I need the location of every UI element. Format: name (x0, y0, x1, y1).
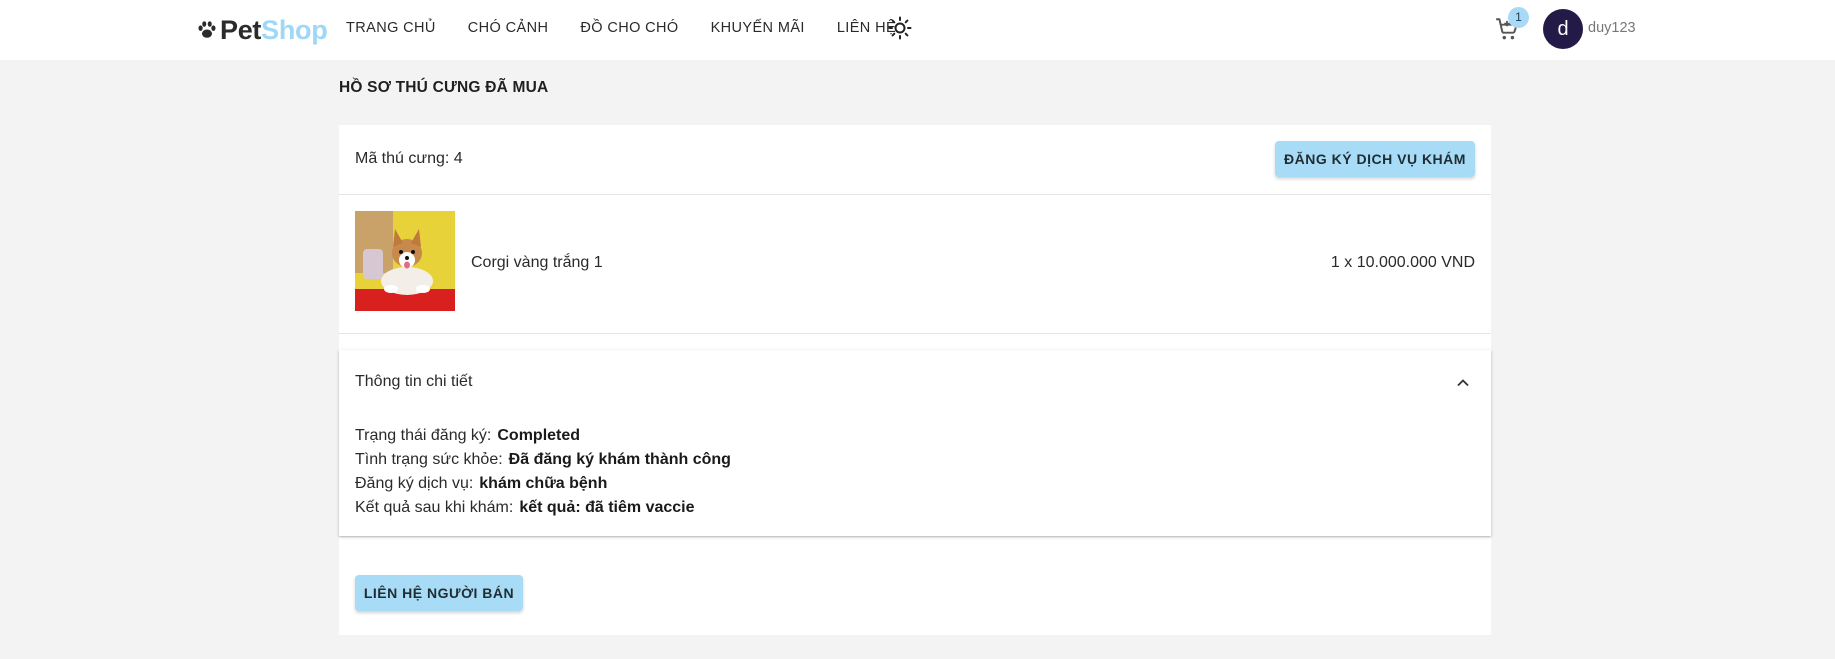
detail-value: Completed (497, 427, 581, 444)
detail-row: Đăng ký dịch vụ: khám chữa bệnh (355, 472, 731, 496)
nav-promotions[interactable]: KHUYẾN MÃI (711, 20, 805, 36)
product-name: Corgi vàng trắng 1 (471, 254, 603, 271)
detail-label: Kết quả sau khi khám: (355, 499, 514, 516)
detail-row: Tình trạng sức khỏe: Đã đăng ký khám thàn… (355, 448, 731, 472)
logo-text-shop: Shop (261, 14, 328, 45)
sun-icon[interactable] (888, 16, 912, 40)
details-accordion-title[interactable]: Thông tin chi tiết (355, 373, 472, 391)
pet-record-card: Mã thú cưng: 4 ĐĂNG KÝ DỊCH VỤ KHÁM Corg… (339, 125, 1491, 635)
details-list: Trạng thái đăng ký: Completed Tình trạng … (355, 424, 731, 520)
logo-text-pet: Pet (220, 14, 262, 45)
nav-home[interactable]: TRANG CHỦ (346, 20, 436, 36)
nav-dogs[interactable]: CHÓ CẢNH (468, 20, 549, 36)
detail-value: Đã đăng ký khám thành công (508, 451, 731, 468)
detail-value: kết quả: đã tiêm vaccie (519, 499, 695, 516)
detail-label: Trạng thái đăng ký: (355, 427, 492, 444)
username[interactable]: duy123 (1588, 20, 1636, 36)
nav-dog-supplies[interactable]: ĐỒ CHO CHÓ (580, 20, 678, 36)
details-accordion: Thông tin chi tiết Trạng thái đăng ký: Co… (339, 350, 1491, 536)
detail-row: Trạng thái đăng ký: Completed (355, 424, 731, 448)
product-image (355, 211, 455, 311)
page-title: HỒ SƠ THÚ CƯNG ĐÃ MUA (339, 79, 549, 96)
detail-value: khám chữa bệnh (479, 475, 608, 492)
logo[interactable]: Pet Shop (196, 12, 328, 48)
chevron-up-icon[interactable] (1455, 375, 1471, 391)
pet-id: Mã thú cưng: 4 (355, 150, 463, 167)
main-nav: TRANG CHỦ CHÓ CẢNH ĐỒ CHO CHÓ KHUYẾN MÃI… (346, 0, 928, 56)
register-service-button[interactable]: ĐĂNG KÝ DỊCH VỤ KHÁM (1275, 141, 1475, 177)
detail-label: Đăng ký dịch vụ: (355, 475, 474, 492)
paw-icon (198, 21, 216, 38)
cart-count-badge: 1 (1508, 7, 1529, 28)
detail-label: Tình trạng sức khỏe: (355, 451, 503, 468)
avatar[interactable]: d (1543, 9, 1583, 49)
contact-seller-button[interactable]: LIÊN HỆ NGƯỜI BÁN (355, 575, 523, 611)
top-navbar: Pet Shop TRANG CHỦ CHÓ CẢNH ĐỒ CHO CHÓ KH… (0, 0, 1835, 60)
card-header: Mã thú cưng: 4 ĐĂNG KÝ DỊCH VỤ KHÁM (339, 125, 1491, 195)
product-row: Corgi vàng trắng 1 1 x 10.000.000 VND (339, 195, 1491, 334)
detail-row: Kết quả sau khi khám: kết quả: đã tiêm va… (355, 496, 731, 520)
product-price: 1 x 10.000.000 VND (1330, 254, 1475, 271)
